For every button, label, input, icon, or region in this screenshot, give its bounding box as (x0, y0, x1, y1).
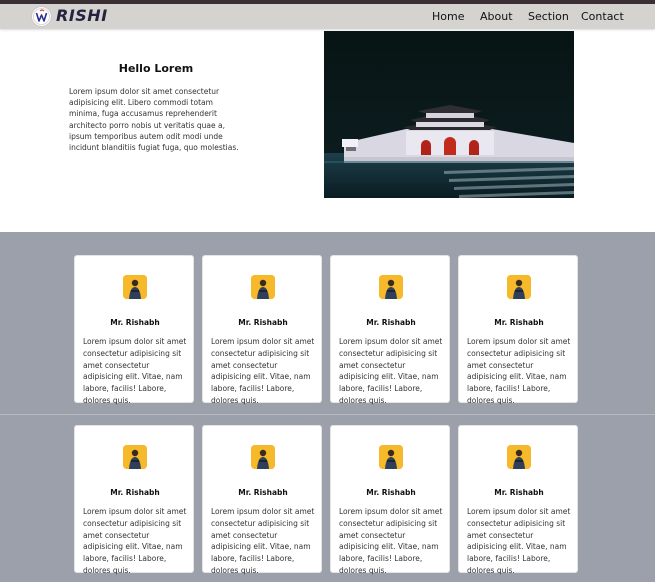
person-avatar-icon (507, 445, 531, 469)
person-avatar-icon (251, 445, 275, 469)
card-name: Mr. Rishabh (494, 318, 544, 327)
hero-title: Hello Lorem (118, 62, 194, 75)
card-name: Mr. Rishabh (366, 318, 416, 327)
person-avatar-icon (379, 445, 403, 469)
person-avatar-icon (123, 275, 147, 299)
nav-link-home[interactable]: Home (432, 10, 464, 23)
team-card: Mr. Rishabh Lorem ipsum dolor sit amet c… (202, 425, 322, 575)
nav-link-section[interactable]: Section (528, 10, 569, 23)
team-card: Mr. Rishabh Lorem ipsum dolor sit amet c… (458, 255, 578, 405)
card-name: Mr. Rishabh (238, 488, 288, 497)
card-name: Mr. Rishabh (238, 318, 288, 327)
nav-link-about[interactable]: About (480, 10, 513, 23)
card-name: Mr. Rishabh (494, 488, 544, 497)
card-text: Lorem ipsum dolor sit amet consectetur a… (467, 507, 571, 575)
section-divider (0, 414, 655, 415)
card-text: Lorem ipsum dolor sit amet consectetur a… (339, 337, 443, 405)
team-card: Mr. Rishabh Lorem ipsum dolor sit amet c… (330, 255, 450, 405)
logo-icon[interactable] (31, 6, 52, 27)
hero-image (324, 31, 574, 198)
card-text: Lorem ipsum dolor sit amet consectetur a… (211, 507, 315, 575)
navbar: RISHI Home About Section Contact (0, 4, 655, 29)
nav-link-contact[interactable]: Contact (581, 10, 624, 23)
team-card: Mr. Rishabh Lorem ipsum dolor sit amet c… (458, 425, 578, 575)
card-text: Lorem ipsum dolor sit amet consectetur a… (339, 507, 443, 575)
team-card: Mr. Rishabh Lorem ipsum dolor sit amet c… (330, 425, 450, 575)
team-card: Mr. Rishabh Lorem ipsum dolor sit amet c… (202, 255, 322, 405)
brand-name[interactable]: RISHI (56, 6, 108, 25)
card-text: Lorem ipsum dolor sit amet consectetur a… (467, 337, 571, 405)
team-card: Mr. Rishabh Lorem ipsum dolor sit amet c… (74, 425, 194, 575)
card-text: Lorem ipsum dolor sit amet consectetur a… (211, 337, 315, 405)
team-card: Mr. Rishabh Lorem ipsum dolor sit amet c… (74, 255, 194, 405)
card-name: Mr. Rishabh (110, 318, 160, 327)
card-name: Mr. Rishabh (366, 488, 416, 497)
card-name: Mr. Rishabh (110, 488, 160, 497)
person-avatar-icon (123, 445, 147, 469)
person-avatar-icon (379, 275, 403, 299)
person-avatar-icon (251, 275, 275, 299)
person-avatar-icon (507, 275, 531, 299)
card-text: Lorem ipsum dolor sit amet consectetur a… (83, 507, 187, 575)
hero-text: Lorem ipsum dolor sit amet consectetur a… (69, 87, 239, 153)
card-text: Lorem ipsum dolor sit amet consectetur a… (83, 337, 187, 405)
